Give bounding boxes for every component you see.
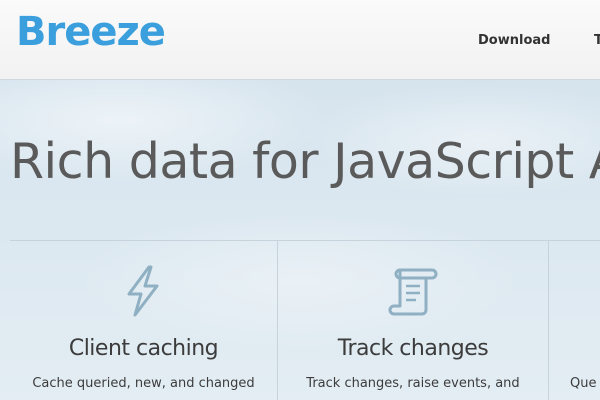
lightning-bolt-icon: [127, 265, 159, 317]
feature-description-track-changes: Track changes, raise events, and: [306, 376, 520, 391]
nav-download-link[interactable]: Download: [478, 33, 550, 48]
column-divider: [548, 241, 549, 400]
feature-title-track-changes: Track changes: [337, 336, 489, 361]
site-header: Breeze Download T: [0, 0, 600, 80]
breeze-logo[interactable]: Breeze: [16, 6, 166, 58]
hero-headline: Rich data for JavaScript A: [10, 133, 600, 190]
feature-title-client-caching: Client caching: [68, 336, 219, 361]
feature-description-client-caching: Cache queried, new, and changed: [32, 376, 255, 391]
scroll-document-icon: [388, 268, 438, 316]
nav-next-link[interactable]: T: [594, 33, 600, 48]
hero-divider: [10, 240, 600, 241]
feature-description-partial: Que: [570, 376, 597, 391]
